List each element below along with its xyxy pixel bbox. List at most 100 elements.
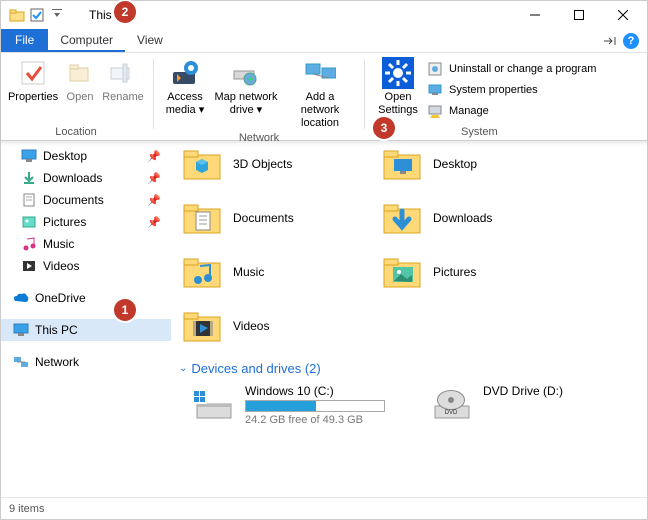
rename-label: Rename: [102, 91, 144, 104]
properties-icon: [17, 57, 49, 89]
settings-icon: [382, 57, 414, 89]
uninstall-label: Uninstall or change a program: [449, 63, 596, 75]
folder-music[interactable]: Music: [179, 249, 339, 295]
nav-pictures[interactable]: Pictures📌: [1, 211, 171, 233]
pin-icon: 📌: [147, 150, 161, 163]
uninstall-icon: [427, 61, 443, 77]
properties-label: Properties: [8, 91, 58, 104]
folder-pictures[interactable]: Pictures: [379, 249, 539, 295]
pin-icon: 📌: [147, 216, 161, 229]
map-drive-icon: [230, 57, 262, 89]
ribbon-group-location: Properties Open Rename Location: [1, 53, 151, 140]
tab-computer[interactable]: Computer: [48, 29, 125, 52]
drive-c-progress: [245, 400, 385, 412]
music-icon: [21, 236, 37, 252]
desktop-icon: [21, 148, 37, 164]
annotation-marker-3: 3: [373, 117, 395, 139]
network-icon: [13, 354, 29, 370]
maximize-button[interactable]: [557, 1, 601, 29]
status-item-count: 9 items: [9, 503, 44, 515]
rename-icon: [107, 57, 139, 89]
ribbon-tabs: File Computer View ?: [1, 29, 647, 53]
open-label: Open: [67, 91, 94, 104]
nav-thispc[interactable]: This PC: [1, 319, 171, 341]
access-media-icon: [169, 57, 201, 89]
navigation-pane: Desktop📌 Downloads📌 Documents📌 Pictures📌…: [1, 141, 171, 499]
ribbon-group-system-label: System: [461, 126, 498, 138]
folder-videos[interactable]: Videos: [179, 303, 339, 349]
nav-videos[interactable]: Videos: [1, 255, 171, 277]
titlebar: This PC: [1, 1, 647, 29]
folder-documents[interactable]: Documents: [179, 195, 339, 241]
close-button[interactable]: [601, 1, 645, 29]
minimize-ribbon-icon[interactable]: [603, 34, 617, 48]
manage-label: Manage: [449, 105, 489, 117]
pin-icon: 📌: [147, 172, 161, 185]
folder-downloads[interactable]: Downloads: [379, 195, 539, 241]
videos-icon: [21, 258, 37, 274]
devices-section-header[interactable]: ⌄ Devices and drives (2): [179, 357, 639, 380]
pin-icon: 📌: [147, 194, 161, 207]
system-properties-label: System properties: [449, 84, 538, 96]
pictures-folder-icon: [381, 251, 423, 293]
add-location-label: Add a network location: [286, 91, 354, 130]
rename-button[interactable]: Rename: [101, 55, 145, 106]
drive-d-name: DVD Drive (D:): [483, 384, 563, 398]
open-settings-label: Open Settings: [375, 91, 421, 117]
minimize-button[interactable]: [513, 1, 557, 29]
ribbon-group-location-label: Location: [55, 126, 97, 138]
documents-icon: [21, 192, 37, 208]
drive-c-name: Windows 10 (C:): [245, 384, 385, 398]
properties-button[interactable]: Properties: [7, 55, 59, 106]
svg-text:DVD: DVD: [445, 410, 458, 416]
help-icon[interactable]: ?: [623, 33, 639, 49]
access-media-button[interactable]: Access media ▾: [162, 55, 208, 132]
add-network-location-button[interactable]: Add a network location: [284, 55, 356, 132]
annotation-marker-1: 1: [114, 299, 136, 321]
folder-icon: [9, 6, 25, 24]
drive-c-free: 24.2 GB free of 49.3 GB: [245, 414, 385, 426]
nav-documents[interactable]: Documents📌: [1, 189, 171, 211]
manage-button[interactable]: Manage: [423, 101, 600, 121]
system-properties-button[interactable]: System properties: [423, 80, 600, 100]
ribbon: Properties Open Rename Location Access m…: [1, 53, 647, 141]
drive-c[interactable]: Windows 10 (C:) 24.2 GB free of 49.3 GB: [191, 384, 389, 426]
map-network-drive-button[interactable]: Map network drive ▾: [210, 55, 282, 132]
thispc-icon: [13, 322, 29, 338]
ribbon-group-network-label: Network: [239, 132, 279, 144]
downloads-icon: [21, 170, 37, 186]
annotation-marker-2: 2: [114, 1, 136, 23]
desktop-folder-icon: [381, 143, 423, 185]
music-folder-icon: [181, 251, 223, 293]
chevron-down-icon: ⌄: [179, 363, 187, 374]
3d-objects-icon: [181, 143, 223, 185]
folder-desktop[interactable]: Desktop: [379, 141, 539, 187]
nav-network[interactable]: Network: [1, 351, 171, 373]
nav-downloads[interactable]: Downloads📌: [1, 167, 171, 189]
access-media-label: Access media ▾: [164, 91, 206, 117]
open-button[interactable]: Open: [61, 55, 99, 106]
folder-3d-objects[interactable]: 3D Objects: [179, 141, 339, 187]
qat-dropdown-icon[interactable]: [49, 6, 65, 24]
uninstall-program-button[interactable]: Uninstall or change a program: [423, 59, 600, 79]
open-settings-button[interactable]: Open Settings: [373, 55, 423, 119]
nav-music[interactable]: Music: [1, 233, 171, 255]
documents-folder-icon: [181, 197, 223, 239]
tab-file[interactable]: File: [1, 29, 48, 52]
manage-icon: [427, 103, 443, 119]
drive-d[interactable]: DVD DVD Drive (D:): [429, 384, 627, 426]
qat-checkbox-icon[interactable]: [29, 6, 45, 24]
main-pane: 3D Objects Desktop Documents Downloads M…: [171, 141, 647, 499]
open-icon: [64, 57, 96, 89]
videos-folder-icon: [181, 305, 223, 347]
drive-d-icon: DVD: [429, 384, 473, 424]
nav-desktop[interactable]: Desktop📌: [1, 145, 171, 167]
pictures-icon: [21, 214, 37, 230]
ribbon-group-network: Access media ▾ Map network drive ▾ Add a…: [156, 53, 362, 140]
onedrive-icon: [13, 290, 29, 306]
status-bar: 9 items: [1, 497, 647, 519]
tab-view[interactable]: View: [125, 29, 175, 52]
map-drive-label: Map network drive ▾: [212, 91, 280, 117]
system-properties-icon: [427, 82, 443, 98]
nav-onedrive[interactable]: OneDrive: [1, 287, 171, 309]
